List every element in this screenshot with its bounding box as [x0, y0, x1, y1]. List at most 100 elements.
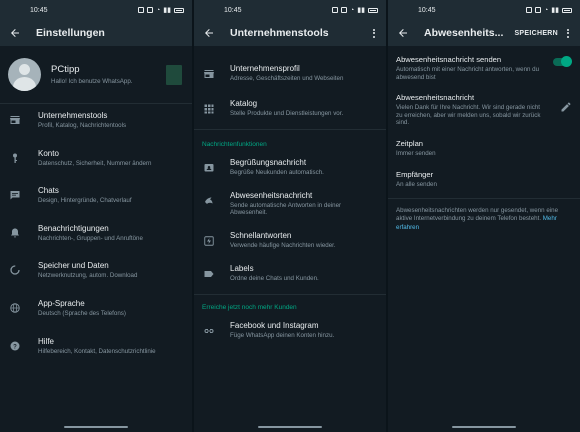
gesture-bar[interactable]: [452, 426, 516, 428]
settings-item-chats[interactable]: Chats Design, Hintergründe, Chatverlauf: [0, 179, 192, 217]
away-message-text: Vielen Dank für Ihre Nachricht. Wir sind…: [396, 104, 541, 127]
away-recipients-row[interactable]: Empfänger An alle senden: [388, 170, 580, 189]
away-settings: Abwesenheitsnachricht senden Automatisch…: [388, 46, 580, 432]
away-message-row[interactable]: Abwesenheitsnachricht Vielen Dank für Ih…: [388, 93, 580, 127]
page-title: Unternehmenstools: [230, 27, 329, 39]
tool-item-subtitle: Adresse, Geschäftszeiten und Webseiten: [230, 75, 344, 82]
settings-item-title: App-Sprache: [38, 298, 85, 308]
back-arrow-icon[interactable]: [202, 26, 216, 40]
settings-item-subtitle: Deutsch (Sprache des Telefons): [38, 309, 126, 317]
gesture-bar[interactable]: [258, 426, 322, 428]
settings-item-account[interactable]: Konto Datenschutz, Sicherheit, Nummer änd…: [0, 142, 192, 180]
key-icon: [8, 151, 22, 165]
status-bar: 10:45 ◔ ▮▮: [0, 0, 192, 20]
tool-item-subtitle: Verwende häufige Nachrichten wieder.: [230, 241, 336, 249]
page-title: Einstellungen: [36, 27, 105, 39]
vibrate-icon: [535, 7, 542, 13]
settings-item-storage[interactable]: Speicher und Daten Netzwerknutzung, autom…: [0, 254, 192, 292]
tool-item-subtitle: Stelle Produkte und Dienstleistungen vor…: [230, 109, 344, 117]
tool-item-title: Katalog: [230, 98, 258, 108]
settings-item-title: Benachrichtigungen: [38, 223, 109, 233]
section-header-reach: Erreiche jetzt noch mehr Kunden: [202, 304, 297, 312]
away-recipients-title: Empfänger: [396, 169, 434, 179]
link-icon: [202, 324, 216, 338]
profile-status: Hallo! Ich benutze WhatsApp.: [51, 78, 133, 85]
save-button[interactable]: SPEICHERN: [514, 30, 558, 37]
battery-icon: [368, 7, 378, 13]
away-send-subtitle: Automatisch mit einer Nachricht antworte…: [396, 66, 540, 81]
section-header-messaging: Nachrichtenfunktionen: [202, 141, 267, 149]
settings-item-notifications[interactable]: Benachrichtigungen Nachrichten-, Gruppen-…: [0, 217, 192, 255]
vibrate-icon: [341, 7, 348, 13]
settings-item-help[interactable]: ? Hilfe Hilfebereich, Kontakt, Datenschut…: [0, 330, 192, 368]
away-schedule-row[interactable]: Zeitplan Immer senden: [388, 139, 580, 158]
catalog-icon: [202, 102, 216, 116]
status-time: 10:45: [418, 6, 436, 14]
tool-item-catalog[interactable]: Katalog Stelle Produkte und Dienstleistun…: [194, 99, 386, 118]
settings-item-business-tools[interactable]: Unternehmenstools Profil, Katalog, Nachri…: [0, 104, 192, 142]
store-icon: [202, 67, 216, 81]
status-time: 10:45: [224, 6, 242, 14]
tool-item-away[interactable]: Abwesenheitsnachricht Sende automatische …: [194, 191, 386, 217]
storage-icon: [8, 263, 22, 277]
quick-reply-icon: [202, 234, 216, 248]
away-message-screen: 10:45 ◔ ▮▮ Abwesenheits... SPEICHERN Abw…: [388, 0, 580, 432]
tool-item-title: Facebook und Instagram: [230, 321, 319, 331]
back-arrow-icon[interactable]: [8, 26, 22, 40]
tool-item-title: Labels: [230, 263, 254, 273]
settings-item-subtitle: Nachrichten-, Gruppen- und Anruftöne: [38, 234, 143, 242]
page-title: Abwesenheits...: [424, 27, 504, 39]
help-icon: ?: [8, 339, 22, 353]
settings-screen: 10:45 ◔ ▮▮ Einstellungen PCtipp Hallo! I…: [0, 0, 192, 432]
business-tools-list: Unternehmensprofil Adresse, Geschäftszeit…: [194, 46, 386, 432]
qr-code-icon[interactable]: [166, 64, 182, 85]
nfc-icon: [138, 7, 145, 13]
svg-text:?: ?: [13, 344, 17, 350]
settings-list: PCtipp Hallo! Ich benutze WhatsApp. Unte…: [0, 46, 192, 432]
settings-item-subtitle: Profil, Katalog, Nachrichtentools: [38, 122, 127, 129]
tool-item-business-profile[interactable]: Unternehmensprofil Adresse, Geschäftszeit…: [194, 64, 386, 83]
away-send-title: Abwesenheitsnachricht senden: [396, 55, 502, 64]
edit-pencil-icon[interactable]: [560, 101, 572, 113]
settings-item-subtitle: Design, Hintergründe, Chatverlauf: [38, 197, 132, 205]
gesture-bar[interactable]: [64, 426, 128, 428]
away-info-text: Abwesenheitsnachrichten werden nur gesen…: [388, 207, 580, 232]
status-icons: ◔ ▮▮: [526, 6, 572, 14]
settings-item-title: Hilfe: [38, 336, 55, 346]
away-message-title: Abwesenheitsnachricht: [396, 93, 475, 103]
away-send-toggle[interactable]: [553, 56, 572, 67]
back-arrow-icon[interactable]: [396, 26, 410, 40]
wifi-icon: ◔: [544, 6, 549, 14]
settings-item-language[interactable]: App-Sprache Deutsch (Sprache des Telefons…: [0, 292, 192, 330]
globe-icon: [8, 301, 22, 315]
battery-icon: [562, 7, 572, 13]
tool-item-labels[interactable]: Labels Ordne deine Chats und Kunden.: [194, 264, 386, 283]
status-icons: ◔ ▮▮: [332, 6, 378, 14]
bell-icon: [8, 226, 22, 240]
signal-icon: ▮▮: [551, 7, 559, 14]
status-time: 10:45: [30, 6, 48, 14]
avatar[interactable]: [8, 58, 41, 91]
business-tools-screen: 10:45 ◔ ▮▮ Unternehmenstools Unternehmen…: [194, 0, 386, 432]
tool-item-quick-replies[interactable]: Schnellantworten Verwende häufige Nachric…: [194, 231, 386, 250]
tool-item-facebook-instagram[interactable]: Facebook und Instagram Füge WhatsApp dein…: [194, 321, 386, 340]
signal-icon: ▮▮: [163, 7, 171, 14]
profile-row[interactable]: PCtipp Hallo! Ich benutze WhatsApp.: [0, 46, 192, 104]
away-recipients-value: An alle senden: [396, 180, 437, 188]
app-bar: Einstellungen: [0, 20, 192, 46]
toggle-knob: [561, 56, 572, 67]
away-icon: [202, 194, 216, 208]
away-send-row[interactable]: Abwesenheitsnachricht senden Automatisch…: [388, 55, 580, 81]
tool-item-title: Abwesenheitsnachricht: [230, 190, 313, 200]
more-options-icon[interactable]: [370, 28, 378, 38]
settings-item-title: Chats: [38, 186, 59, 196]
away-schedule-title: Zeitplan: [396, 138, 424, 148]
tool-item-subtitle: Begrüße Neukunden automatisch.: [230, 169, 324, 177]
vibrate-icon: [147, 7, 154, 13]
greeting-icon: [202, 161, 216, 175]
more-options-icon[interactable]: [564, 28, 572, 38]
status-bar: 10:45 ◔ ▮▮: [388, 0, 580, 20]
tool-item-greeting[interactable]: Begrüßungsnachricht Begrüße Neukunden aut…: [194, 158, 386, 177]
nfc-icon: [332, 7, 339, 13]
chat-icon: [8, 188, 22, 202]
